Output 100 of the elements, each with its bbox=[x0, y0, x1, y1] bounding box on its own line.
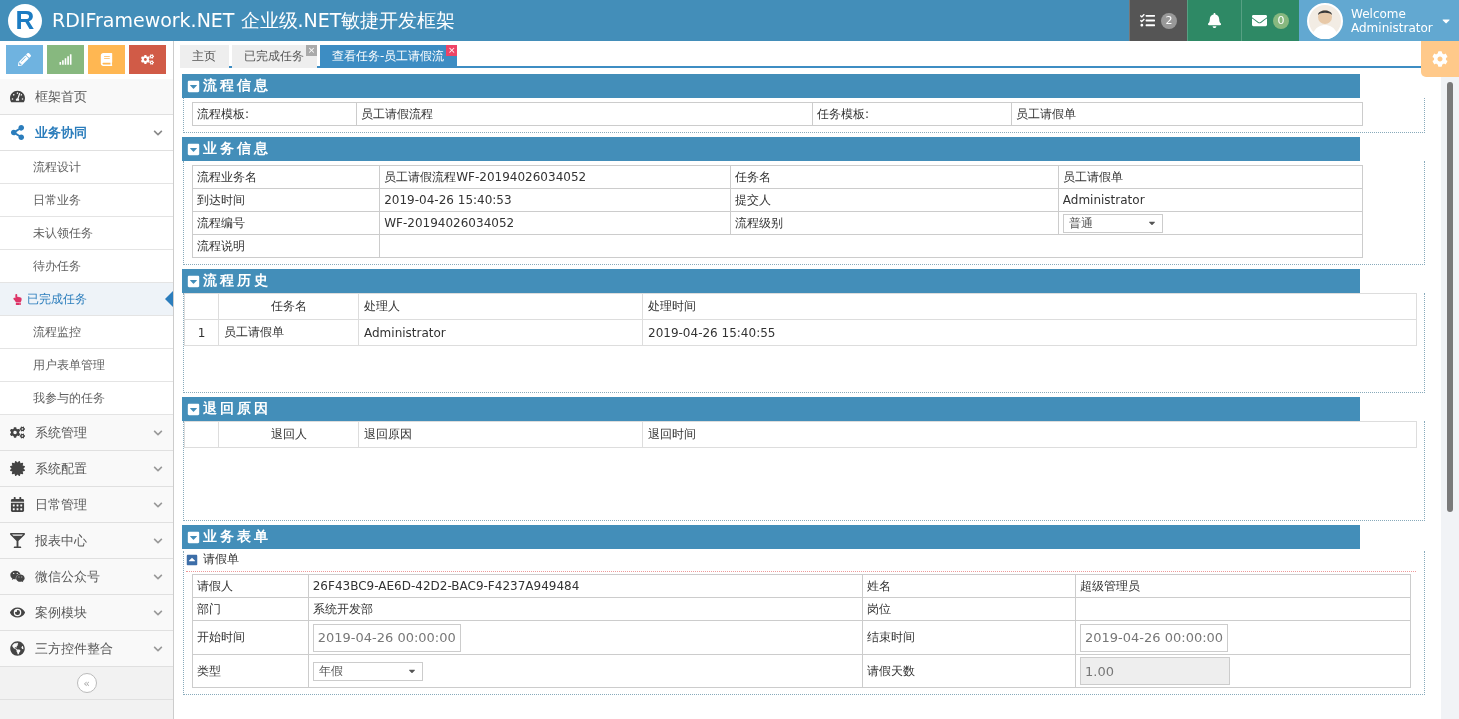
table-cell: 结束时间 bbox=[862, 620, 1076, 655]
table-cell: 员工请假单 bbox=[1011, 102, 1363, 126]
count-badge: 0 bbox=[1273, 12, 1289, 29]
table-cell: 姓名 bbox=[862, 574, 1076, 598]
date-field[interactable]: 2019-04-26 00:00:00 bbox=[1080, 623, 1229, 652]
table-cell: 流程说明 bbox=[192, 234, 380, 258]
table-cell: 类型 bbox=[192, 654, 309, 688]
subpanel-title: 请假单 bbox=[203, 551, 239, 568]
table-cell: 提交人 bbox=[730, 188, 1059, 212]
globe-icon bbox=[10, 641, 25, 656]
column-header: 任务名 bbox=[218, 293, 359, 320]
table-cell: 26F43BC9-AE6D-42D2-BAC9-F4237A949484 bbox=[308, 574, 863, 598]
nav-item[interactable]: 三方控件整合 bbox=[0, 631, 173, 667]
nav-subitem[interactable]: 日常业务 bbox=[0, 184, 173, 217]
table-cell: 流程模板: bbox=[192, 102, 357, 126]
column-header: 退回时间 bbox=[642, 421, 1417, 448]
table-cell: 流程级别 bbox=[730, 211, 1059, 235]
shortcut-button[interactable] bbox=[129, 45, 166, 74]
gears-icon bbox=[10, 425, 25, 440]
glass-icon bbox=[10, 533, 25, 548]
section-title: 业务信息 bbox=[203, 140, 271, 158]
notification-button[interactable] bbox=[1187, 0, 1241, 41]
nav-subitem[interactable]: 流程设计 bbox=[0, 151, 173, 184]
collapse-icon[interactable] bbox=[187, 402, 200, 416]
nav-subitem[interactable]: 待办任务 bbox=[0, 250, 173, 283]
settings-icon bbox=[1432, 51, 1448, 67]
scrollbar-thumb[interactable] bbox=[1447, 82, 1453, 512]
collapse-icon[interactable] bbox=[187, 274, 200, 288]
table-cell: 员工请假流程WF-20194026034052 bbox=[379, 165, 731, 189]
chevron-icon bbox=[153, 463, 163, 474]
tab[interactable]: 已完成任务 × bbox=[232, 45, 317, 68]
user-name: Administrator bbox=[1351, 20, 1433, 35]
table-cell: 岗位 bbox=[862, 597, 1076, 621]
table-cell: 系统开发部 bbox=[308, 597, 863, 621]
close-button[interactable]: × bbox=[446, 45, 458, 56]
table-cell: 员工请假单 bbox=[218, 319, 359, 346]
shortcut-button[interactable] bbox=[47, 45, 84, 74]
chevron-icon bbox=[153, 607, 163, 618]
table-cell: 超级管理员 bbox=[1075, 574, 1411, 598]
input-field[interactable]: 1.00 bbox=[1080, 657, 1231, 685]
chevron-icon bbox=[153, 427, 163, 438]
table-cell: 员工请假流程 bbox=[356, 102, 813, 126]
table-cell: 员工请假单 bbox=[1058, 165, 1363, 189]
nav-item[interactable]: 系统配置 bbox=[0, 451, 173, 487]
nav-subitem[interactable]: 用户表单管理 bbox=[0, 349, 173, 382]
nav-item[interactable]: 案例模块 bbox=[0, 595, 173, 631]
shortcut-button[interactable] bbox=[6, 45, 43, 74]
column-header: 退回原因 bbox=[358, 421, 643, 448]
collapse-icon[interactable] bbox=[186, 553, 198, 566]
table-cell: 2019-04-26 15:40:53 bbox=[379, 188, 731, 212]
tab[interactable]: 主页 bbox=[180, 45, 229, 68]
chevron-icon bbox=[153, 535, 163, 546]
signal-icon bbox=[59, 53, 72, 66]
avatar-icon bbox=[1307, 2, 1343, 39]
table-cell: 流程业务名 bbox=[192, 165, 380, 189]
table-cell: 开始时间 bbox=[192, 620, 309, 655]
column-header: 处理时间 bbox=[642, 293, 1417, 320]
list-icon bbox=[1140, 13, 1155, 28]
share-icon bbox=[10, 125, 25, 140]
nav-subitem[interactable]: 我参与的任务 bbox=[0, 382, 173, 415]
nav-subitem[interactable]: 未认领任务 bbox=[0, 217, 173, 250]
bell-icon bbox=[1207, 13, 1222, 28]
chevron-icon bbox=[153, 127, 163, 138]
select-field[interactable]: 普通 bbox=[1062, 213, 1163, 233]
table-cell: 任务模板: bbox=[812, 102, 1012, 126]
nav-item[interactable]: 日常管理 bbox=[0, 487, 173, 523]
table-cell: 流程编号 bbox=[192, 211, 380, 235]
select-field[interactable]: 年假 bbox=[312, 661, 423, 681]
table-cell: 部门 bbox=[192, 597, 309, 621]
nav-item[interactable]: 微信公众号 bbox=[0, 559, 173, 595]
section-title: 退回原因 bbox=[203, 400, 271, 418]
nav-item[interactable]: 系统管理 bbox=[0, 415, 173, 451]
nav-subitem[interactable]: 已完成任务 bbox=[0, 283, 173, 316]
table-cell: WF-20194026034052 bbox=[379, 211, 731, 235]
table-cell: 2019-04-26 15:40:55 bbox=[642, 319, 1417, 346]
nav-item[interactable]: 业务协同 bbox=[0, 115, 173, 151]
column-header: 处理人 bbox=[358, 293, 643, 320]
calendar-icon bbox=[10, 497, 25, 512]
eye-icon bbox=[10, 605, 25, 620]
table-cell: Administrator bbox=[1058, 188, 1363, 212]
chevron-icon bbox=[153, 643, 163, 654]
table-cell: 任务名 bbox=[730, 165, 1059, 189]
table-cell: 请假人 bbox=[192, 574, 309, 598]
collapse-icon[interactable] bbox=[187, 142, 200, 156]
collapse-icon[interactable] bbox=[187, 79, 200, 93]
app-title: RDIFramework.NET 企业级.NET敏捷开发框架 bbox=[52, 7, 456, 33]
gears-icon bbox=[141, 53, 154, 66]
badge-icon bbox=[10, 461, 25, 476]
nav-subitem[interactable]: 流程监控 bbox=[0, 316, 173, 349]
nav-item[interactable]: 报表中心 bbox=[0, 523, 173, 559]
table-cell: 请假天数 bbox=[862, 654, 1076, 688]
column-header: 退回人 bbox=[218, 421, 359, 448]
table-cell: 到达时间 bbox=[192, 188, 380, 212]
collapse-icon[interactable] bbox=[187, 530, 200, 544]
chevron-icon bbox=[153, 499, 163, 510]
dashboard-icon bbox=[10, 89, 25, 104]
date-field[interactable]: 2019-04-26 00:00:00 bbox=[312, 623, 461, 652]
nav-item[interactable]: 框架首页 bbox=[0, 79, 173, 115]
section-title: 流程信息 bbox=[203, 77, 271, 95]
tab[interactable]: 查看任务-员工请假流 × bbox=[320, 45, 458, 68]
